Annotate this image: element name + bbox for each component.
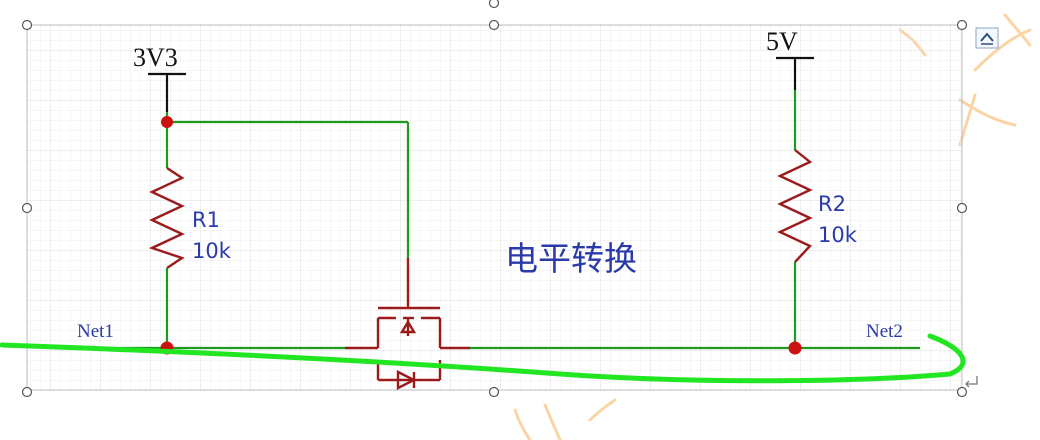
collapse-icon[interactable] [975,27,999,49]
r1-ref-label: R1 [192,208,220,232]
return-arrow-icon [965,376,978,388]
power-label-3v3: 3V3 [133,43,178,72]
r2-ref-label: R2 [818,192,846,216]
power-label-5v: 5V [766,27,798,56]
schematic-canvas: 3V3 5V R1 10k R2 10k Net1 Net2 电平转换 [0,0,1032,440]
diagram-title: 电平转换 [505,239,637,278]
r1-value-label: 10k [192,239,232,263]
net-label-left: Net1 [77,321,114,342]
r2-value-label: 10k [818,223,858,247]
net-label-right: Net2 [866,321,903,342]
